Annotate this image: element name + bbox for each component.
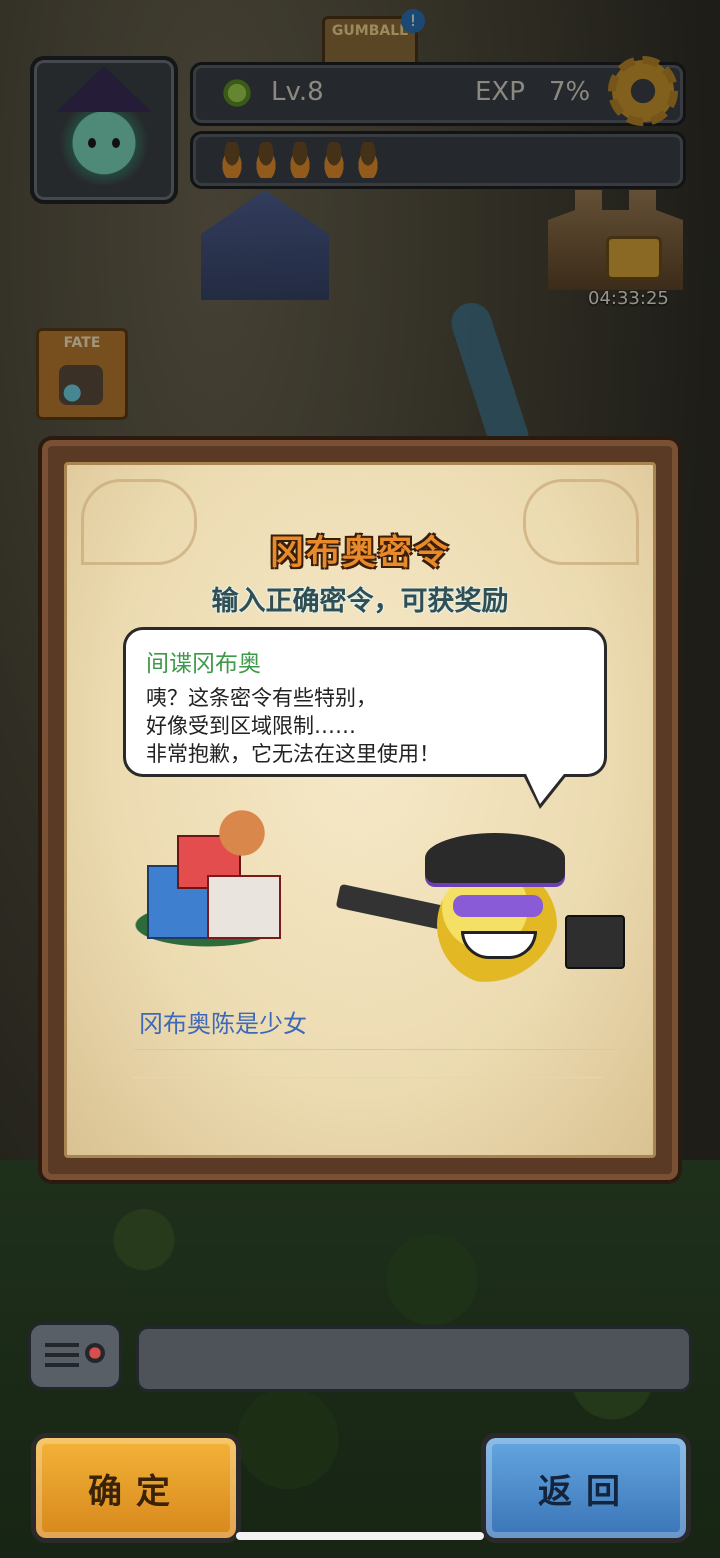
speech-bubble: 间谍冈布奥 咦？这条密令有些特别， 好像受到区域限制…… 非常抱歉，它无法在这里… — [123, 627, 607, 809]
back-button[interactable]: 返回 — [486, 1438, 686, 1538]
fedora-hat — [425, 833, 565, 883]
briefcase-icon — [565, 915, 625, 969]
secret-code-input[interactable] — [133, 993, 615, 1050]
spy-body — [437, 865, 557, 985]
message-line-3: 非常抱歉，它无法在这里使用！ — [146, 742, 440, 766]
speaker-name: 间谍冈布奥 — [146, 651, 261, 677]
chat-input-bar[interactable] — [136, 1326, 692, 1392]
secret-code-dialog: 冈布奥密令 输入正确密令，可获奖励 间谍冈布奥 咦？这条密令有些特别， 好像受到… — [42, 440, 678, 1180]
parchment-panel: 冈布奥密令 输入正确密令，可获奖励 间谍冈布奥 咦？这条密令有些特别， 好像受到… — [64, 462, 656, 1158]
dialog-title: 冈布奥密令 — [270, 533, 450, 573]
message-line-1: 咦？这条密令有些特别， — [146, 686, 377, 710]
teddy-bear-icon — [217, 805, 267, 861]
confirm-button[interactable]: 确定 — [36, 1438, 236, 1538]
home-indicator[interactable] — [236, 1532, 484, 1540]
spy-glasses — [453, 895, 543, 917]
dialog-subtitle: 输入正确密令，可获奖励 — [211, 586, 509, 617]
input-underline — [133, 1077, 603, 1078]
message-line-2: 好像受到区域限制…… — [146, 714, 356, 738]
chat-radio-icon[interactable] — [28, 1322, 122, 1390]
gift-pile-illustration — [107, 805, 307, 965]
spy-gun — [335, 883, 449, 931]
spy-gumball-character — [335, 825, 637, 985]
gift-box-white — [207, 875, 281, 939]
